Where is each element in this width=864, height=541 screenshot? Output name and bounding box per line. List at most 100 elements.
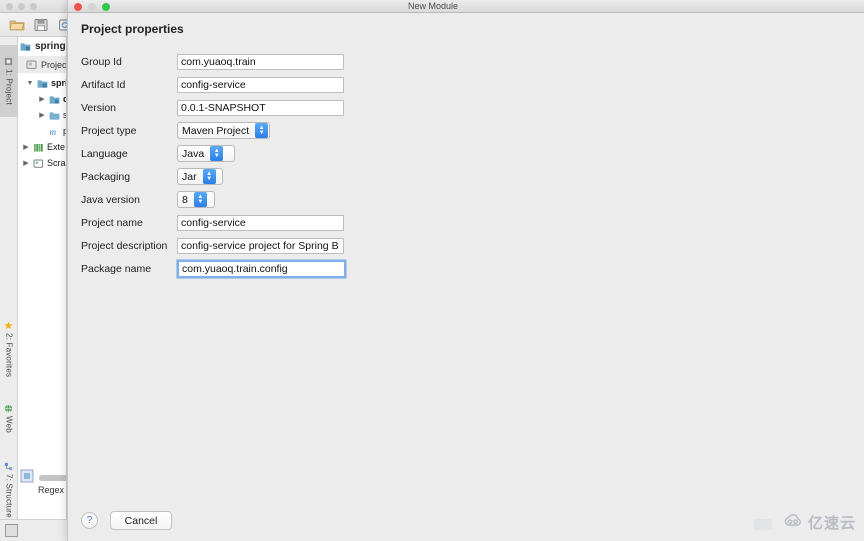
chevron-down-icon[interactable]: ▼ bbox=[26, 80, 34, 87]
field-row-packaging: Packaging Jar ▲ ▼ bbox=[81, 165, 421, 188]
project-root-label: springclou bbox=[35, 40, 66, 52]
sidebar-item-web[interactable]: Web bbox=[0, 395, 18, 441]
project-type-value: Maven Project bbox=[182, 124, 250, 137]
package-name-input[interactable]: com.yuaoq.train.config bbox=[177, 259, 346, 278]
field-row-project-type: Project type Maven Project ▲ ▼ bbox=[81, 119, 421, 142]
sidebar-item-label: 7: Structure bbox=[4, 474, 14, 518]
project-type-select[interactable]: Maven Project ▲ ▼ bbox=[177, 122, 271, 139]
sidebar-item-label: 2: Favorites bbox=[4, 332, 14, 378]
project-tool-window: springclou Project ▼ sprin ▶ bbox=[18, 37, 67, 519]
screen: 1: Project 2: Favorites Web 7: Structure bbox=[0, 0, 864, 541]
field-row-language: Language Java ▲ ▼ bbox=[81, 142, 421, 165]
cancel-button[interactable]: Cancel bbox=[110, 511, 172, 530]
project-horizontal-scrollbar[interactable] bbox=[39, 475, 66, 481]
chevron-right-icon[interactable]: ▶ bbox=[22, 159, 30, 167]
save-icon[interactable] bbox=[33, 17, 49, 33]
project-name-input[interactable]: config-service bbox=[177, 214, 344, 231]
tree-item[interactable]: ▶ d bbox=[18, 91, 66, 107]
library-icon bbox=[33, 142, 44, 153]
chevron-updown-icon: ▲ ▼ bbox=[255, 123, 269, 138]
tree-item[interactable]: m p bbox=[18, 123, 67, 139]
module-icon bbox=[20, 41, 31, 52]
java-version-select[interactable]: 8 ▲ ▼ bbox=[177, 191, 215, 208]
packaging-value: Jar bbox=[182, 170, 197, 183]
dialog-title: New Module bbox=[407, 1, 459, 11]
tree-item-label: sprin bbox=[51, 78, 66, 88]
language-value: Java bbox=[182, 147, 205, 160]
artifact-id-label: Artifact Id bbox=[81, 78, 126, 91]
field-row-project-description: Project description config-service proje… bbox=[81, 234, 421, 257]
packaging-select[interactable]: Jar ▲ ▼ bbox=[177, 168, 223, 185]
sidebar-item-label: 1: Project bbox=[4, 69, 14, 105]
maven-icon: m bbox=[49, 126, 60, 137]
help-button[interactable]: ? bbox=[81, 512, 98, 529]
tool-window-strip: 1: Project 2: Favorites Web 7: Structure bbox=[0, 37, 18, 519]
chevron-right-icon[interactable]: ▶ bbox=[38, 111, 46, 119]
folder-icon bbox=[49, 94, 60, 105]
project-description-label: Project description bbox=[81, 239, 168, 252]
field-row-project-name: Project name config-service bbox=[81, 211, 421, 234]
artifact-id-input[interactable]: config-service bbox=[177, 76, 344, 93]
scratch-icon bbox=[33, 158, 44, 169]
package-name-label: Package name bbox=[81, 262, 152, 275]
sidebar-item-project[interactable]: 1: Project bbox=[0, 45, 18, 117]
project-tree[interactable]: ▼ sprin ▶ d ▶ bbox=[18, 75, 67, 171]
group-id-input[interactable]: com.yuaoq.train bbox=[177, 53, 344, 70]
project-tab[interactable]: Project bbox=[18, 56, 67, 73]
ide-minimize-button[interactable] bbox=[18, 3, 25, 10]
project-window-header: springclou bbox=[18, 37, 66, 55]
group-id-label: Group Id bbox=[81, 55, 122, 68]
chevron-updown-icon: ▲ ▼ bbox=[193, 192, 207, 207]
watermark-chip bbox=[754, 519, 772, 530]
packaging-label: Packaging bbox=[81, 170, 131, 183]
java-version-label: Java version bbox=[81, 193, 140, 206]
chevron-updown-icon: ▲ ▼ bbox=[202, 169, 216, 184]
field-row-java-version: Java version 8 ▲ ▼ bbox=[81, 188, 421, 211]
dialog-titlebar[interactable]: New Module bbox=[68, 0, 864, 13]
field-row-group-id: Group Id com.yuaoq.train bbox=[81, 50, 421, 73]
field-row-package-name: Package name com.yuaoq.train.config bbox=[81, 257, 421, 280]
status-indicator[interactable] bbox=[5, 524, 18, 537]
project-icon bbox=[4, 57, 14, 66]
watermark: 亿速云 bbox=[782, 512, 856, 533]
field-row-version: Version 0.0.1-SNAPSHOT bbox=[81, 96, 421, 119]
language-label: Language bbox=[81, 147, 128, 160]
new-module-dialog: New Module Project properties Group Id c… bbox=[67, 0, 864, 541]
tree-footer-icon[interactable] bbox=[20, 469, 34, 483]
version-input[interactable]: 0.0.1-SNAPSHOT bbox=[177, 99, 344, 116]
sidebar-item-favorites[interactable]: 2: Favorites bbox=[0, 309, 18, 389]
chevron-right-icon[interactable]: ▶ bbox=[22, 143, 30, 151]
structure-icon bbox=[4, 462, 14, 471]
dialog-button-row: ? Cancel bbox=[81, 511, 172, 530]
module-icon bbox=[37, 78, 48, 89]
project-tab-label: Project bbox=[41, 59, 67, 70]
project-properties-form: Group Id com.yuaoq.train Artifact Id con… bbox=[81, 50, 421, 280]
project-name-label: Project name bbox=[81, 216, 143, 229]
tree-item[interactable]: ▼ sprin bbox=[18, 75, 66, 91]
folder-icon bbox=[49, 110, 60, 121]
open-folder-icon[interactable] bbox=[9, 17, 25, 33]
version-label: Version bbox=[81, 101, 117, 114]
tree-item-label: Exte bbox=[47, 142, 66, 152]
regex-test-label: Regex Test bbox=[38, 485, 66, 495]
language-select[interactable]: Java ▲ ▼ bbox=[177, 145, 235, 162]
chevron-right-icon[interactable]: ▶ bbox=[38, 95, 46, 103]
tree-item-label: Scra bbox=[47, 158, 66, 168]
cloud-icon bbox=[782, 513, 804, 533]
page-title: Project properties bbox=[81, 22, 184, 36]
sidebar-item-label: Web bbox=[4, 415, 14, 433]
ide-zoom-button[interactable] bbox=[30, 3, 37, 10]
java-version-value: 8 bbox=[182, 193, 188, 206]
project-type-label: Project type bbox=[81, 124, 137, 137]
tree-item[interactable]: ▶ Scra bbox=[18, 155, 66, 171]
web-icon bbox=[4, 404, 14, 413]
field-row-artifact-id: Artifact Id config-service bbox=[81, 73, 421, 96]
tree-item[interactable]: ▶ sr bbox=[18, 107, 66, 123]
ide-close-button[interactable] bbox=[6, 3, 13, 10]
ide-traffic-lights[interactable] bbox=[6, 3, 37, 10]
chevron-updown-icon: ▲ ▼ bbox=[210, 146, 224, 161]
tree-item[interactable]: ▶ Exte bbox=[18, 139, 66, 155]
star-icon bbox=[4, 321, 14, 330]
project-tab-icon bbox=[26, 59, 37, 70]
project-description-input[interactable]: config-service project for Spring B bbox=[177, 237, 344, 254]
